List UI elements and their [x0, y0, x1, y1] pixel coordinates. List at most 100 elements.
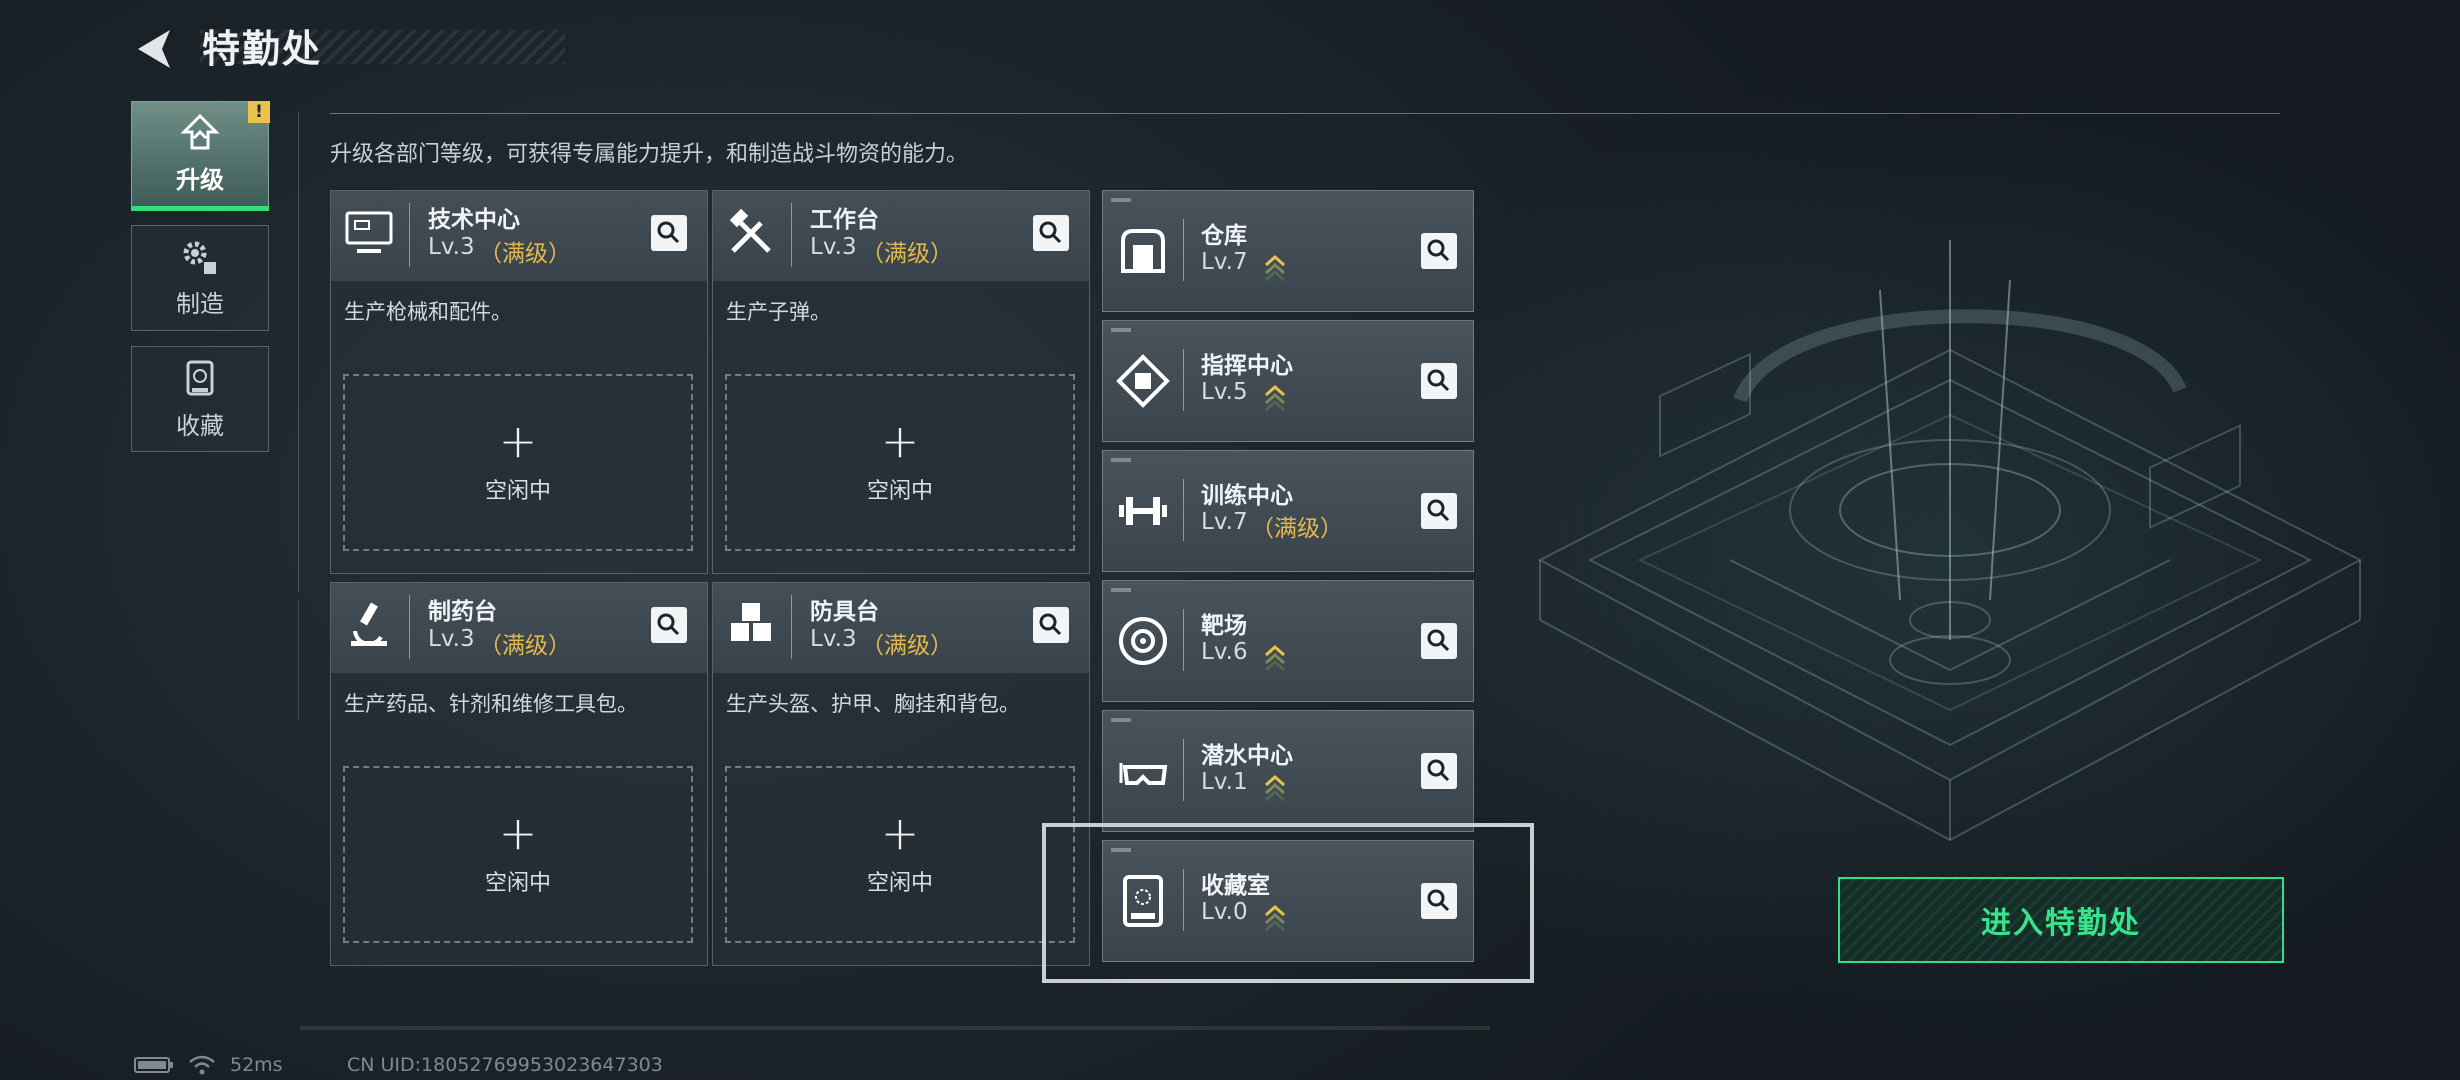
facility-level: Lv.7 — [1201, 249, 1248, 275]
facility-item-training-center[interactable]: 训练中心 Lv.7 （满级） — [1102, 450, 1474, 572]
facility-card-tech-center[interactable]: 技术中心 Lv.3 （满级） 生产枪械和配件。 + 空闲中 — [330, 190, 708, 574]
warehouse-icon — [1121, 229, 1165, 273]
idle-slot[interactable]: + 空闲中 — [725, 374, 1075, 551]
facility-level: Lv.1 — [1201, 769, 1248, 795]
section-description: 升级各部门等级，可获得专属能力提升，和制造战斗物资的能力。 — [330, 142, 969, 167]
add-icon: + — [498, 413, 538, 468]
upgrade-available-icon — [1265, 254, 1285, 281]
search-icon[interactable] — [1033, 215, 1069, 251]
upgrade-available-icon — [1265, 774, 1285, 801]
facility-item-command-center[interactable]: 指挥中心 Lv.5 — [1102, 320, 1474, 442]
facility-item-shooting-range[interactable]: 靶场 Lv.6 — [1102, 580, 1474, 702]
search-icon[interactable] — [651, 215, 687, 251]
top-rule — [330, 113, 2280, 114]
idle-label: 空闲中 — [866, 870, 933, 896]
search-icon[interactable] — [1033, 607, 1069, 643]
card-header: 工作台 Lv.3 （满级） — [713, 191, 1089, 281]
footer-decoration — [300, 1026, 1490, 1030]
facility-description: 生产头盔、护甲、胸挂和背包。 — [726, 692, 1020, 716]
facility-item-collection-room[interactable]: 收藏室 Lv.0 — [1102, 840, 1474, 962]
facility-level: Lv.0 — [1201, 899, 1248, 925]
status-bar: 52ms — [134, 1054, 283, 1076]
ping-value: 52ms — [230, 1054, 283, 1076]
facility-name: 潜水中心 — [1201, 743, 1293, 769]
max-level-tag: （满级） — [479, 241, 571, 267]
display-case-icon — [1123, 875, 1163, 927]
player-uid: CN UID:18052769953023647303 — [347, 1054, 663, 1076]
corner-decoration — [1111, 588, 1131, 592]
search-icon[interactable] — [1421, 883, 1457, 919]
max-level-tag: （满级） — [479, 633, 571, 659]
facility-name: 制药台 — [428, 599, 497, 625]
card-header: 防具台 Lv.3 （满级） — [713, 583, 1089, 673]
back-arrow-icon[interactable] — [130, 24, 180, 74]
idle-slot[interactable]: + 空闲中 — [343, 374, 693, 551]
facility-level: Lv.5 — [1201, 379, 1248, 405]
search-icon[interactable] — [1421, 363, 1457, 399]
facility-name: 训练中心 — [1201, 483, 1293, 509]
separator — [409, 203, 410, 267]
facility-name: 靶场 — [1201, 613, 1247, 639]
idle-slot[interactable]: + 空闲中 — [343, 766, 693, 943]
facility-level: Lv.6 — [1201, 639, 1248, 665]
facility-name: 仓库 — [1201, 223, 1247, 249]
facility-name: 指挥中心 — [1201, 353, 1293, 379]
upgrade-available-icon — [1265, 384, 1285, 411]
search-icon[interactable] — [1421, 233, 1457, 269]
nav-tab-label: 制造 — [176, 289, 224, 318]
base-blueprint-illustration — [1537, 240, 2363, 842]
facility-item-warehouse[interactable]: 仓库 Lv.7 — [1102, 190, 1474, 312]
corner-decoration — [1111, 718, 1131, 722]
separator — [1183, 479, 1184, 541]
idle-label: 空闲中 — [484, 478, 551, 504]
upgrade-available-icon — [1265, 904, 1285, 931]
separator — [1183, 349, 1184, 411]
facility-item-diving-center[interactable]: 潜水中心 Lv.1 — [1102, 710, 1474, 832]
gear-icon — [183, 241, 216, 274]
collection-icon — [186, 360, 214, 395]
nav-tab-label: 收藏 — [176, 411, 224, 440]
separator — [1183, 609, 1184, 671]
facility-card-pharmacy[interactable]: 制药台 Lv.3 （满级） 生产药品、针剂和维修工具包。 + 空闲中 — [330, 582, 708, 966]
enter-special-ops-button[interactable]: 进入特勤处 — [1838, 877, 2284, 963]
search-icon[interactable] — [651, 607, 687, 643]
nav-tab-label: 升级 — [176, 165, 224, 194]
wifi-icon — [189, 1055, 215, 1075]
idle-label: 空闲中 — [484, 870, 551, 896]
facility-name: 技术中心 — [428, 207, 520, 233]
warning-badge: ! — [248, 101, 270, 123]
page-title: 特勤处 — [202, 27, 323, 71]
upgrade-available-icon — [1265, 644, 1285, 671]
facility-level: Lv.3 — [428, 234, 475, 260]
separator — [409, 595, 410, 659]
search-icon[interactable] — [1421, 623, 1457, 659]
divider — [298, 600, 299, 720]
tools-icon — [729, 208, 771, 253]
facility-card-workbench[interactable]: 工作台 Lv.3 （满级） 生产子弹。 + 空闲中 — [712, 190, 1090, 574]
boxes-icon — [731, 603, 771, 641]
divider — [298, 112, 299, 592]
enter-button-label: 进入特勤处 — [1981, 906, 2141, 941]
corner-decoration — [1111, 848, 1131, 852]
microscope-icon — [351, 602, 387, 646]
nav-tab-collection[interactable]: 收藏 — [131, 346, 269, 452]
facility-card-armor-bench[interactable]: 防具台 Lv.3 （满级） 生产头盔、护甲、胸挂和背包。 + 空闲中 — [712, 582, 1090, 966]
facility-level: Lv.3 — [428, 626, 475, 652]
separator — [791, 203, 792, 267]
card-header: 制药台 Lv.3 （满级） — [331, 583, 707, 673]
nav-tab-craft[interactable]: 制造 — [131, 225, 269, 331]
dumbbell-icon — [1119, 497, 1167, 525]
search-icon[interactable] — [1421, 493, 1457, 529]
corner-decoration — [1111, 328, 1131, 332]
max-level-tag: （满级） — [861, 633, 953, 659]
facility-name: 工作台 — [810, 207, 879, 233]
upgrade-icon — [180, 113, 220, 149]
facility-description: 生产药品、针剂和维修工具包。 — [344, 692, 638, 716]
facility-name: 防具台 — [810, 599, 879, 625]
max-level-tag: （满级） — [861, 241, 953, 267]
idle-slot[interactable]: + 空闲中 — [725, 766, 1075, 943]
computer-icon — [345, 211, 393, 253]
battery-icon — [134, 1057, 173, 1073]
diving-mask-icon — [1119, 763, 1168, 785]
search-icon[interactable] — [1421, 753, 1457, 789]
